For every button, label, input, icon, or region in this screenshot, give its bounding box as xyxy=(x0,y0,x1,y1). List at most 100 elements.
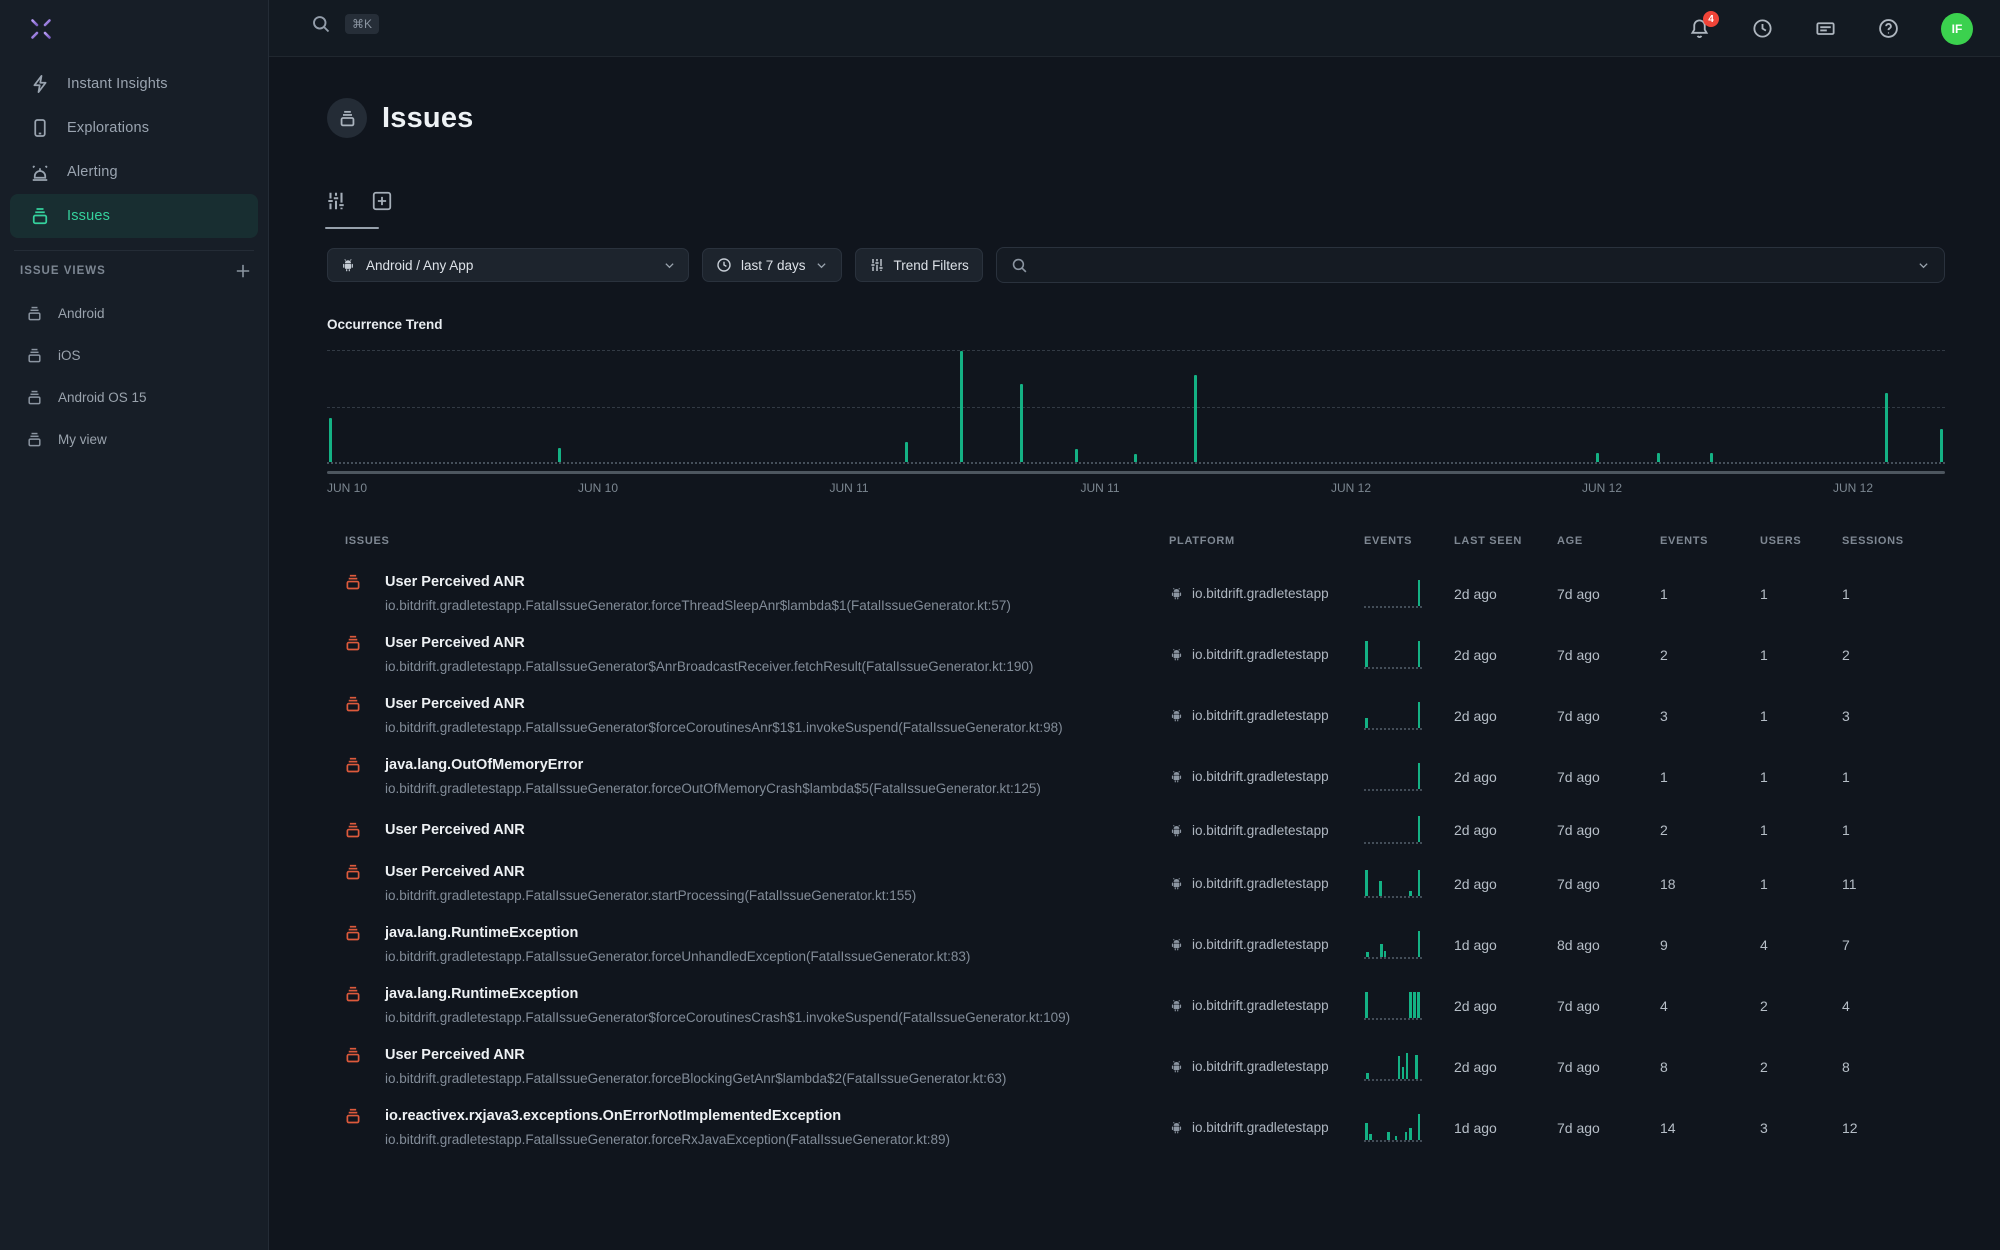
chart-bar xyxy=(905,442,908,462)
trend-filters-tab-icon[interactable] xyxy=(325,190,347,212)
platform-cell: io.bitdrift.gradletestapp xyxy=(1169,937,1364,952)
add-tab-button[interactable] xyxy=(371,190,393,212)
global-search-button[interactable]: ⌘K xyxy=(311,14,379,34)
issue-view-ios[interactable]: iOS xyxy=(0,334,268,376)
clock-icon xyxy=(1752,18,1773,39)
chart-bar xyxy=(329,418,332,462)
issue-row[interactable]: java.lang.OutOfMemoryError io.bitdrift.g… xyxy=(327,746,1945,807)
issue-cell: io.reactivex.rxjava3.exceptions.OnErrorN… xyxy=(327,1106,1169,1149)
issue-row[interactable]: io.reactivex.rxjava3.exceptions.OnErrorN… xyxy=(327,1097,1945,1158)
issue-tray-icon xyxy=(344,1107,362,1125)
issue-row[interactable]: User Perceived ANR io.bitdrift.gradletes… xyxy=(327,853,1945,914)
issue-row[interactable]: User Perceived ANR io.bitdrift.gradletes… xyxy=(327,563,1945,624)
shortcuts-button[interactable] xyxy=(1815,18,1836,39)
issue-view-android[interactable]: Android xyxy=(0,292,268,334)
issue-tray-icon xyxy=(344,985,362,1003)
help-button[interactable] xyxy=(1878,18,1899,39)
column-header-users[interactable]: USERS xyxy=(1760,535,1842,547)
add-view-button[interactable] xyxy=(234,262,252,280)
trend-filters-label: Trend Filters xyxy=(894,258,969,273)
issue-row[interactable]: User Perceived ANR io.bitdrift.gradletes… xyxy=(327,685,1945,746)
app-selector-dropdown[interactable]: Android / Any App xyxy=(327,248,689,282)
sparkline-bar xyxy=(1365,870,1368,896)
events-sparkline xyxy=(1364,992,1422,1020)
issue-view-android-os-15[interactable]: Android OS 15 xyxy=(0,376,268,418)
platform-name: io.bitdrift.gradletestapp xyxy=(1192,823,1329,838)
time-range-button[interactable]: last 7 days xyxy=(702,248,842,282)
search-icon xyxy=(1011,257,1028,274)
notifications-button[interactable]: 4 xyxy=(1689,18,1710,39)
issue-row[interactable]: java.lang.RuntimeException io.bitdrift.g… xyxy=(327,975,1945,1036)
column-header-age[interactable]: AGE xyxy=(1557,535,1660,547)
app-window: Instant Insights Explorations Alerting I… xyxy=(0,0,2000,1250)
users-value: 4 xyxy=(1760,937,1842,953)
issue-row[interactable]: User Perceived ANR io.bitdrift.gradletes… xyxy=(327,1036,1945,1097)
column-header-last-seen[interactable]: LAST SEEN xyxy=(1454,535,1557,547)
issue-row[interactable]: User Perceived ANR io.bitdrift.gradletes… xyxy=(327,807,1945,853)
search-shortcut-badge: ⌘K xyxy=(345,14,379,34)
issue-tray-icon xyxy=(344,634,362,652)
sessions-value: 1 xyxy=(1842,822,1945,838)
issue-view-my-view[interactable]: My view xyxy=(0,418,268,460)
platform-name: io.bitdrift.gradletestapp xyxy=(1192,647,1329,662)
plus-square-icon xyxy=(371,190,393,212)
chevron-down-icon xyxy=(1917,259,1930,272)
users-value: 1 xyxy=(1760,769,1842,785)
sparkline-bar xyxy=(1366,1073,1369,1079)
events-sparkline xyxy=(1364,1114,1422,1142)
history-button[interactable] xyxy=(1752,18,1773,39)
sessions-value: 4 xyxy=(1842,998,1945,1014)
issues-search-box[interactable] xyxy=(996,247,1945,283)
issue-cell: User Perceived ANR io.bitdrift.gradletes… xyxy=(327,862,1169,905)
issue-location: io.bitdrift.gradletestapp.FatalIssueGene… xyxy=(385,1070,1169,1088)
sidebar-menu: Instant Insights Explorations Alerting I… xyxy=(0,62,268,238)
trend-filters-button[interactable]: Trend Filters xyxy=(855,248,983,282)
issue-tray-icon xyxy=(344,695,362,713)
issues-search-input[interactable] xyxy=(1038,258,1907,273)
sparkline-bar xyxy=(1384,951,1387,957)
users-value: 3 xyxy=(1760,1120,1842,1136)
view-tabs xyxy=(325,190,393,212)
issue-row[interactable]: User Perceived ANR io.bitdrift.gradletes… xyxy=(327,624,1945,685)
android-icon xyxy=(1169,586,1184,601)
chart-bar xyxy=(1194,375,1197,462)
sparkline-bar xyxy=(1365,718,1368,727)
platform-name: io.bitdrift.gradletestapp xyxy=(1192,586,1329,601)
platform-cell: io.bitdrift.gradletestapp xyxy=(1169,708,1364,723)
bitdrift-logo-icon[interactable] xyxy=(26,14,56,44)
user-avatar[interactable]: IF xyxy=(1941,13,1973,45)
sidebar-item-issues[interactable]: Issues xyxy=(10,194,258,238)
x-axis-label: JUN 10 xyxy=(327,481,367,495)
users-value: 1 xyxy=(1760,822,1842,838)
sparkline-bar xyxy=(1418,580,1421,606)
column-header-platform[interactable]: PLATFORM xyxy=(1169,535,1364,547)
tray-icon xyxy=(26,305,43,322)
sidebar-item-instant-insights[interactable]: Instant Insights xyxy=(10,62,258,106)
users-value: 1 xyxy=(1760,647,1842,663)
x-axis-label: JUN 12 xyxy=(1582,481,1622,495)
last-seen-value: 2d ago xyxy=(1454,998,1557,1014)
issue-cell: java.lang.RuntimeException io.bitdrift.g… xyxy=(327,923,1169,966)
chart-title: Occurrence Trend xyxy=(327,317,443,332)
issue-views-header: ISSUE VIEWS xyxy=(20,262,252,280)
chart-bar xyxy=(558,448,561,462)
platform-cell: io.bitdrift.gradletestapp xyxy=(1169,876,1364,891)
tray-icon xyxy=(338,109,357,128)
platform-cell: io.bitdrift.gradletestapp xyxy=(1169,647,1364,662)
android-icon xyxy=(1169,769,1184,784)
chart-bar xyxy=(1020,384,1023,462)
sparkline-bar xyxy=(1380,944,1383,957)
column-header-events-count[interactable]: EVENTS xyxy=(1660,535,1760,547)
column-header-issues[interactable]: ISSUES xyxy=(327,535,1169,547)
sparkline-bar xyxy=(1366,952,1369,957)
sidebar-item-explorations[interactable]: Explorations xyxy=(10,106,258,150)
page-title: Issues xyxy=(382,102,474,135)
chart-bar xyxy=(1940,429,1943,462)
issue-row[interactable]: java.lang.RuntimeException io.bitdrift.g… xyxy=(327,914,1945,975)
sparkline-bar xyxy=(1365,992,1368,1018)
platform-name: io.bitdrift.gradletestapp xyxy=(1192,1059,1329,1074)
column-header-sessions[interactable]: SESSIONS xyxy=(1842,535,1945,547)
sidebar-item-alerting[interactable]: Alerting xyxy=(10,150,258,194)
column-header-events[interactable]: EVENTS xyxy=(1364,535,1454,547)
sparkline-bar xyxy=(1365,641,1368,667)
